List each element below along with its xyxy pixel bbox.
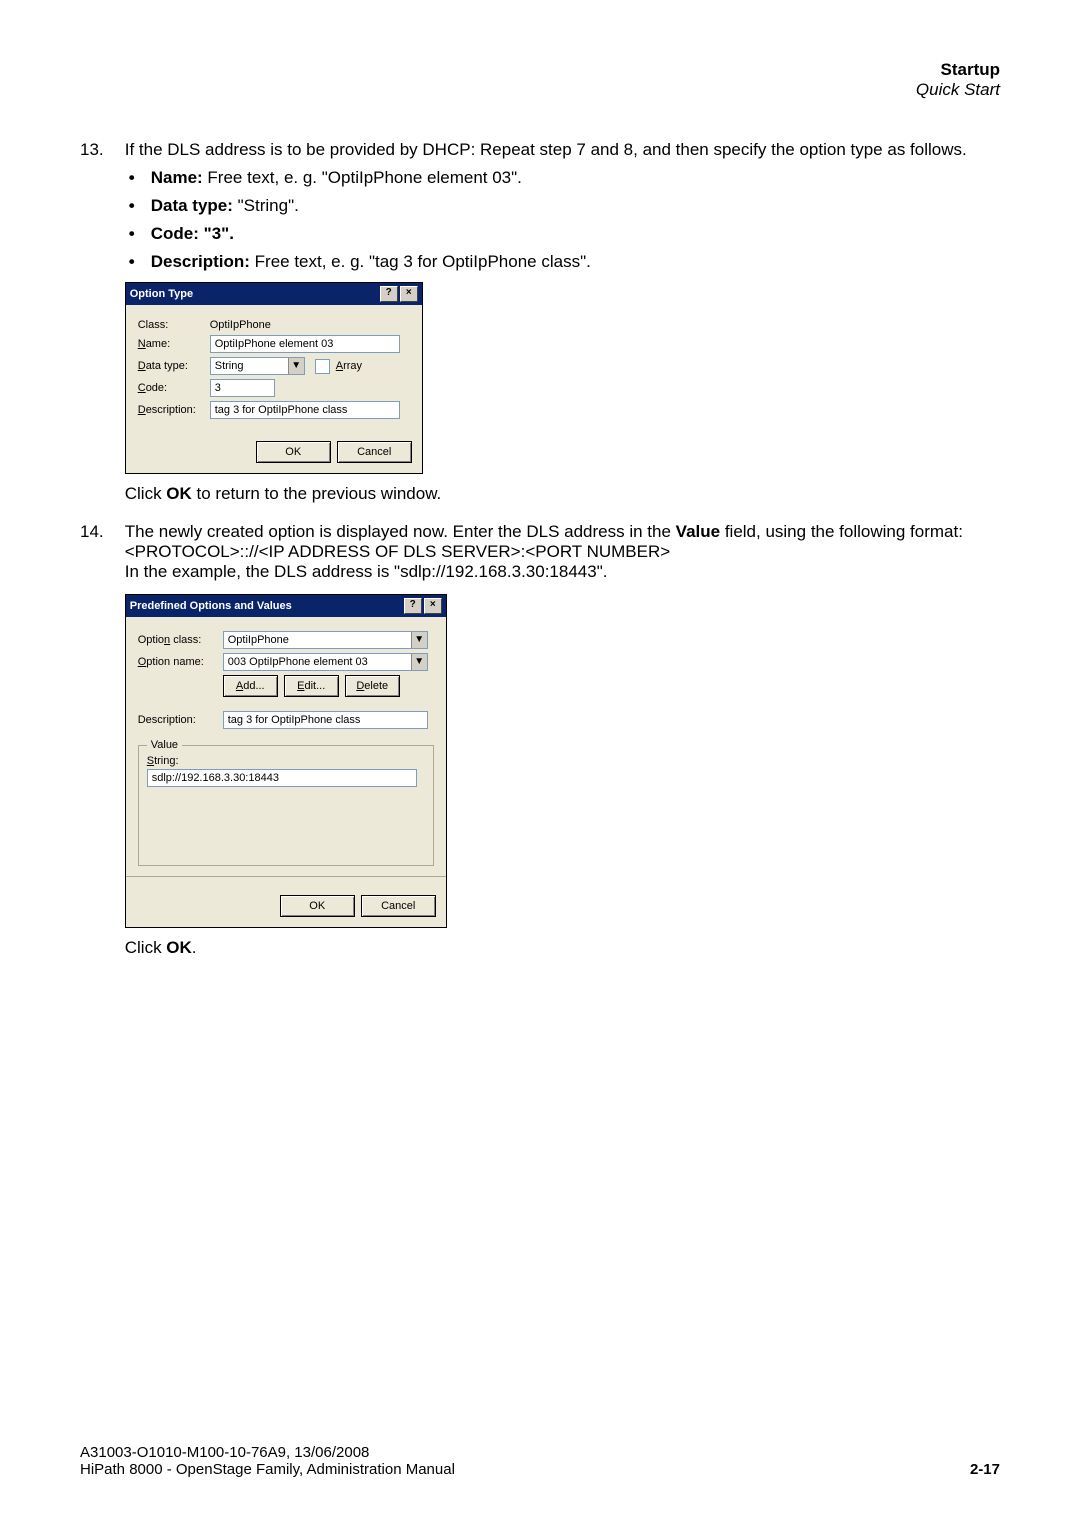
bullet-name-label: Name:	[151, 168, 203, 187]
cancel-button[interactable]: Cancel	[337, 441, 412, 463]
bullet-name-text: Free text, e. g. "OptiIpPhone element 03…	[203, 168, 522, 187]
bullet-code-text: "3".	[199, 224, 234, 243]
dialog-predefined-options: Predefined Options and Values ? × Option…	[125, 594, 447, 928]
chevron-down-icon[interactable]: ▼	[411, 654, 427, 670]
step13-after-1: Click	[125, 484, 167, 503]
name-field[interactable]: OptiIpPhone element 03	[210, 335, 400, 353]
step-number-14: 14.	[80, 522, 120, 542]
ok-button[interactable]: OK	[256, 441, 331, 463]
bullet-description: Description: Free text, e. g. "tag 3 for…	[151, 252, 985, 272]
value-group: Value String: sdlp://192.168.3.30:18443	[138, 739, 434, 866]
step13-intro: If the DLS address is to be provided by …	[125, 140, 967, 159]
header-title: Startup	[80, 60, 1000, 80]
edit-button[interactable]: Edit...	[284, 675, 339, 697]
class-value: OptiIpPhone	[210, 319, 271, 331]
description2-field[interactable]: tag 3 for OptiIpPhone class	[223, 711, 428, 729]
array-checkbox[interactable]	[315, 359, 330, 374]
dialog-option-type: Option Type ? × Class: OptiIpPhone Name:	[125, 282, 423, 474]
datatype-label: Data type:	[138, 360, 210, 372]
step-number-13: 13.	[80, 140, 120, 160]
ok-button[interactable]: OK	[280, 895, 355, 917]
name-label: Name:	[138, 338, 210, 350]
step13-after-ok: OK	[166, 484, 192, 503]
option-class-select[interactable]: OptiIpPhone	[223, 631, 428, 649]
bullet-datatype: Data type: "String".	[151, 196, 985, 216]
option-class-label: Option class:	[138, 634, 223, 646]
string-field[interactable]: sdlp://192.168.3.30:18443	[147, 769, 417, 787]
array-label: Array	[336, 360, 362, 372]
class-label: Class:	[138, 319, 210, 331]
dialog1-title: Option Type	[130, 288, 193, 300]
description2-label: Description:	[138, 714, 223, 726]
bullet-description-text: Free text, e. g. "tag 3 for OptiIpPhone …	[250, 252, 591, 271]
bullet-code: Code: "3".	[151, 224, 985, 244]
page-number: 2-17	[970, 1461, 1000, 1478]
option-name-select[interactable]: 003 OptiIpPhone element 03	[223, 653, 428, 671]
bullet-datatype-text: "String".	[233, 196, 299, 215]
step14-l3: In the example, the DLS address is "sdlp…	[125, 562, 608, 581]
dialog2-title: Predefined Options and Values	[130, 600, 292, 612]
chevron-down-icon[interactable]: ▼	[288, 358, 304, 374]
help-icon[interactable]: ?	[380, 286, 398, 302]
footer-line2: HiPath 8000 - OpenStage Family, Administ…	[80, 1461, 455, 1478]
step14-l1a: The newly created option is displayed no…	[125, 522, 676, 541]
add-button[interactable]: Add...	[223, 675, 278, 697]
cancel-button[interactable]: Cancel	[361, 895, 436, 917]
bullet-datatype-label: Data type:	[151, 196, 233, 215]
bullet-code-label: Code:	[151, 224, 199, 243]
step14-after-ok: OK	[166, 938, 192, 957]
close-icon[interactable]: ×	[424, 598, 442, 614]
footer-line1: A31003-O1010-M100-10-76A9, 13/06/2008	[80, 1444, 455, 1461]
header-subtitle: Quick Start	[80, 80, 1000, 100]
code-label: Code:	[138, 382, 210, 394]
step14-l1b: Value	[676, 522, 720, 541]
string-label: String:	[147, 755, 425, 767]
bullet-description-label: Description:	[151, 252, 250, 271]
bullet-name: Name: Free text, e. g. "OptiIpPhone elem…	[151, 168, 985, 188]
chevron-down-icon[interactable]: ▼	[411, 632, 427, 648]
step14-after-1: Click	[125, 938, 167, 957]
step14-l2: <PROTOCOL>:://<IP ADDRESS OF DLS SERVER>…	[125, 542, 670, 561]
description-field[interactable]: tag 3 for OptiIpPhone class	[210, 401, 400, 419]
code-field[interactable]: 3	[210, 379, 275, 397]
description-label: Description:	[138, 404, 210, 416]
step14-l1c: field, using the following format:	[720, 522, 963, 541]
option-name-label: Option name:	[138, 656, 223, 668]
help-icon[interactable]: ?	[404, 598, 422, 614]
step14-after-2: .	[192, 938, 197, 957]
value-legend: Value	[147, 739, 182, 751]
step13-after-2: to return to the previous window.	[192, 484, 441, 503]
delete-button[interactable]: Delete	[345, 675, 400, 697]
close-icon[interactable]: ×	[400, 286, 418, 302]
